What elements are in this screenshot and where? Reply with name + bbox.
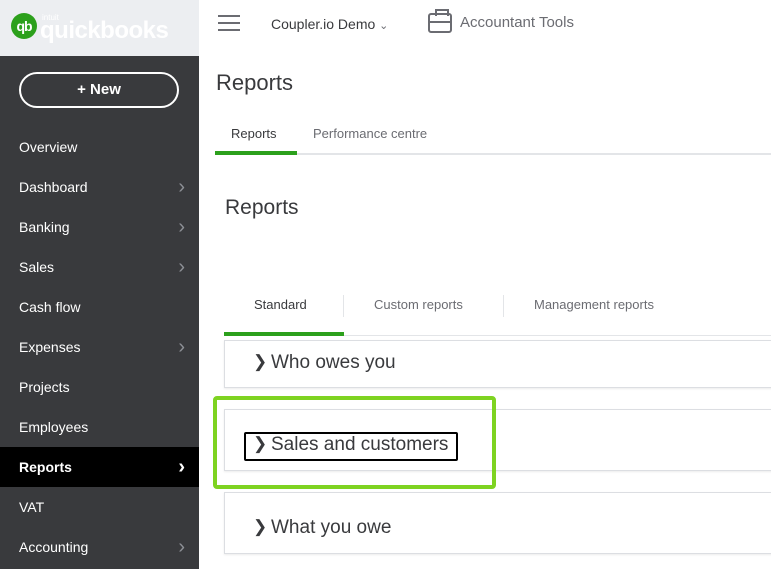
accountant-tools-button[interactable]: Accountant Tools bbox=[428, 9, 574, 33]
chevron-right-icon: › bbox=[178, 456, 185, 478]
chevron-right-icon: › bbox=[178, 336, 185, 358]
sidebar-item-label: Reports bbox=[19, 459, 72, 475]
sidebar-item-cash-flow[interactable]: Cash flow bbox=[0, 287, 199, 327]
sidebar-item-label: Sales bbox=[19, 259, 55, 275]
section-label: What you owe bbox=[271, 517, 392, 538]
page-title: Reports bbox=[216, 70, 294, 95]
company-name: Coupler.io Demo bbox=[271, 16, 376, 32]
sidebar-item-label: Expenses bbox=[19, 339, 81, 355]
sidebar-item-label: Cash flow bbox=[19, 299, 81, 315]
sidebar-item-employees[interactable]: Employees bbox=[0, 407, 199, 447]
active-tab-indicator bbox=[224, 332, 344, 336]
sidebar-item-label: Overview bbox=[19, 139, 78, 155]
tabs-divider bbox=[215, 153, 771, 155]
sidebar-item-dashboard[interactable]: Dashboard › bbox=[0, 167, 199, 207]
section-who-owes-you[interactable]: ❯ Who owes you bbox=[224, 340, 771, 388]
sidebar-item-overview[interactable]: Overview bbox=[0, 127, 199, 167]
hamburger-menu-icon[interactable] bbox=[218, 15, 240, 31]
chevron-right-icon: › bbox=[178, 536, 185, 558]
sidebar-item-projects[interactable]: Projects bbox=[0, 367, 199, 407]
sidebar-item-label: Projects bbox=[19, 379, 70, 395]
chevron-right-icon: › bbox=[178, 216, 185, 238]
tab-custom-reports[interactable]: Custom reports bbox=[374, 297, 463, 312]
sidebar-item-sales[interactable]: Sales › bbox=[0, 247, 199, 287]
sidebar-item-label: Dashboard bbox=[19, 179, 88, 195]
chevron-right-icon: ❯ bbox=[253, 352, 268, 371]
sidebar-item-label: Banking bbox=[19, 219, 70, 235]
tab-separator bbox=[343, 295, 344, 317]
reports-heading: Reports bbox=[225, 196, 299, 219]
logo-wordmark: quickbooks bbox=[40, 17, 169, 44]
section-what-you-owe[interactable]: ❯ What you owe bbox=[224, 492, 771, 554]
sidebar-item-accounting[interactable]: Accounting › bbox=[0, 527, 199, 567]
chevron-right-icon: › bbox=[178, 256, 185, 278]
highlight-box bbox=[213, 396, 496, 489]
tab-separator bbox=[503, 295, 504, 317]
company-selector[interactable]: Coupler.io Demo ⌄ bbox=[271, 16, 388, 32]
sidebar-item-label: Employees bbox=[19, 419, 89, 435]
tab-reports[interactable]: Reports bbox=[231, 126, 277, 141]
accountant-tools-label: Accountant Tools bbox=[460, 13, 574, 31]
sidebar-item-vat[interactable]: VAT bbox=[0, 487, 199, 527]
tab-management-reports[interactable]: Management reports bbox=[534, 297, 654, 312]
new-button[interactable]: + New bbox=[19, 72, 179, 108]
sidebar: qb intuit quickbooks + New Overview Dashb… bbox=[0, 0, 199, 569]
sidebar-item-banking[interactable]: Banking › bbox=[0, 207, 199, 247]
quickbooks-logo[interactable]: qb intuit quickbooks bbox=[0, 0, 199, 56]
chevron-right-icon: ❯ bbox=[253, 517, 268, 536]
qb-logo-icon: qb bbox=[11, 13, 37, 39]
tab-standard[interactable]: Standard bbox=[254, 297, 307, 312]
sidebar-item-label: VAT bbox=[19, 499, 45, 515]
section-label: Who owes you bbox=[271, 352, 396, 373]
sidebar-item-reports[interactable]: Reports › bbox=[0, 447, 199, 487]
chevron-down-icon: ⌄ bbox=[379, 20, 389, 32]
chevron-right-icon: › bbox=[178, 176, 185, 198]
sidebar-item-expenses[interactable]: Expenses › bbox=[0, 327, 199, 367]
active-tab-indicator bbox=[215, 151, 297, 155]
sidebar-item-label: Accounting bbox=[19, 539, 89, 555]
tab-performance-centre[interactable]: Performance centre bbox=[313, 126, 427, 141]
briefcase-icon bbox=[428, 9, 452, 33]
